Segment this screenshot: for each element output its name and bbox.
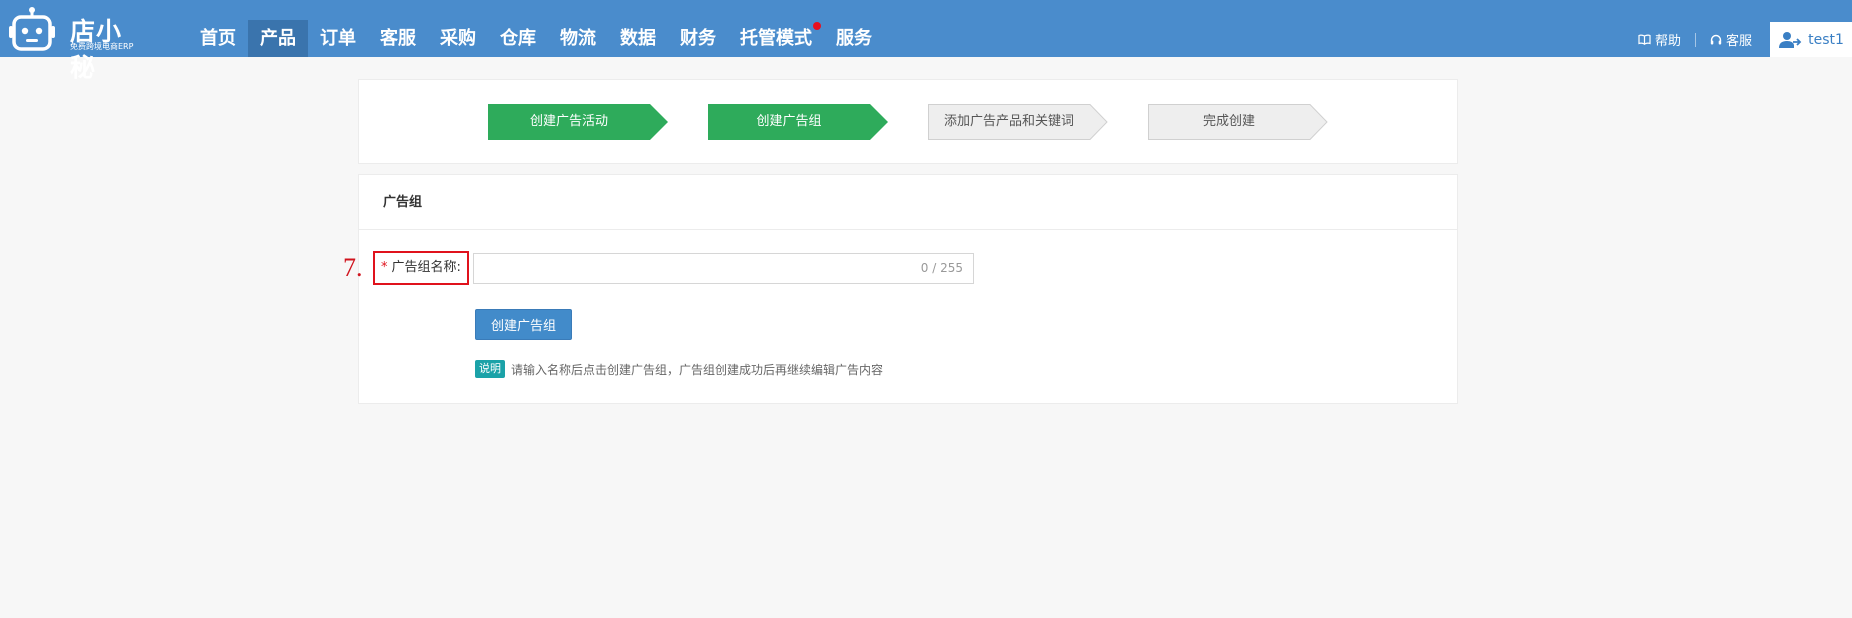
step-label: 添加广告产品和关键词 — [943, 114, 1074, 129]
help-label: 帮助 — [1654, 34, 1681, 49]
nav-item-data[interactable]: 数据 — [608, 20, 668, 57]
header-right: 帮助 客服 test1 — [1638, 0, 1852, 57]
brand-tagline: 免费跨境电商ERP — [70, 42, 134, 51]
ad-group-name-label: * 广告组名称: — [373, 251, 469, 285]
main-nav: 首页 产品 订单 客服 采购 仓库 物流 数据 财务 托管模式 服务 — [188, 20, 884, 57]
step-label: 创建广告活动 — [529, 114, 608, 129]
step-annotation: 7. — [343, 253, 363, 282]
customer-service-link[interactable]: 客服 — [1710, 30, 1752, 49]
nav-item-warehouse[interactable]: 仓库 — [488, 20, 548, 57]
nav-item-home[interactable]: 首页 — [188, 20, 248, 57]
user-icon — [1779, 31, 1802, 48]
nav-item-customer-service[interactable]: 客服 — [368, 20, 428, 57]
step-add-products-keywords: 添加广告产品和关键词 — [928, 104, 1108, 140]
book-icon — [1638, 34, 1651, 45]
nav-item-orders[interactable]: 订单 — [308, 20, 368, 57]
step-label: 创建广告组 — [756, 114, 822, 129]
username: test1 — [1808, 31, 1844, 48]
step-create-campaign: 创建广告活动 — [488, 104, 668, 140]
nav-item-hosting-mode[interactable]: 托管模式 — [728, 20, 824, 57]
nav-item-logistics[interactable]: 物流 — [548, 20, 608, 57]
step-create-ad-group: 创建广告组 — [708, 104, 888, 140]
required-mark: * — [381, 260, 388, 275]
nav-item-hosting-mode-label: 托管模式 — [740, 28, 812, 49]
service-label: 客服 — [1725, 34, 1752, 49]
nav-item-products[interactable]: 产品 — [248, 20, 308, 57]
note-badge: 说明 — [475, 360, 505, 378]
robot-logo-icon — [9, 7, 55, 51]
brand-logo[interactable]: 店小秘 免费跨境电商ERP — [8, 4, 138, 82]
step-label: 完成创建 — [1202, 114, 1255, 129]
nav-item-services[interactable]: 服务 — [824, 20, 884, 57]
progress-steps-panel: 创建广告活动 创建广告组 添加广告产品和关键词 完成创建 — [358, 79, 1458, 164]
field-label-text: 广告组名称: — [391, 260, 461, 275]
top-navigation-bar: 店小秘 免费跨境电商ERP 首页 产品 订单 客服 采购 仓库 物流 数据 财务… — [0, 0, 1852, 82]
help-link[interactable]: 帮助 — [1638, 30, 1681, 49]
instruction-note: 说明 请输入名称后点击创建广告组，广告组创建成功后再继续编辑广告内容 — [475, 360, 883, 378]
ad-group-form-panel: 广告组 7. * 广告组名称: 0 / 255 创建广告组 说明 请输入名称后点击… — [343, 174, 1458, 404]
headset-icon — [1710, 34, 1722, 44]
create-ad-group-button[interactable]: 创建广告组 — [475, 309, 572, 340]
section-title: 广告组 — [359, 175, 1457, 230]
character-counter: 0 / 255 — [920, 261, 963, 275]
note-text: 请输入名称后点击创建广告组，广告组创建成功后再继续编辑广告内容 — [511, 362, 884, 377]
ad-group-name-field: 0 / 255 — [473, 253, 974, 284]
ad-group-name-input[interactable] — [474, 254, 973, 283]
notification-dot — [813, 22, 821, 30]
nav-item-finance[interactable]: 财务 — [668, 20, 728, 57]
step-complete: 完成创建 — [1148, 104, 1328, 140]
header-divider — [1694, 32, 1696, 47]
user-menu[interactable]: test1 — [1770, 22, 1852, 57]
nav-item-purchasing[interactable]: 采购 — [428, 20, 488, 57]
